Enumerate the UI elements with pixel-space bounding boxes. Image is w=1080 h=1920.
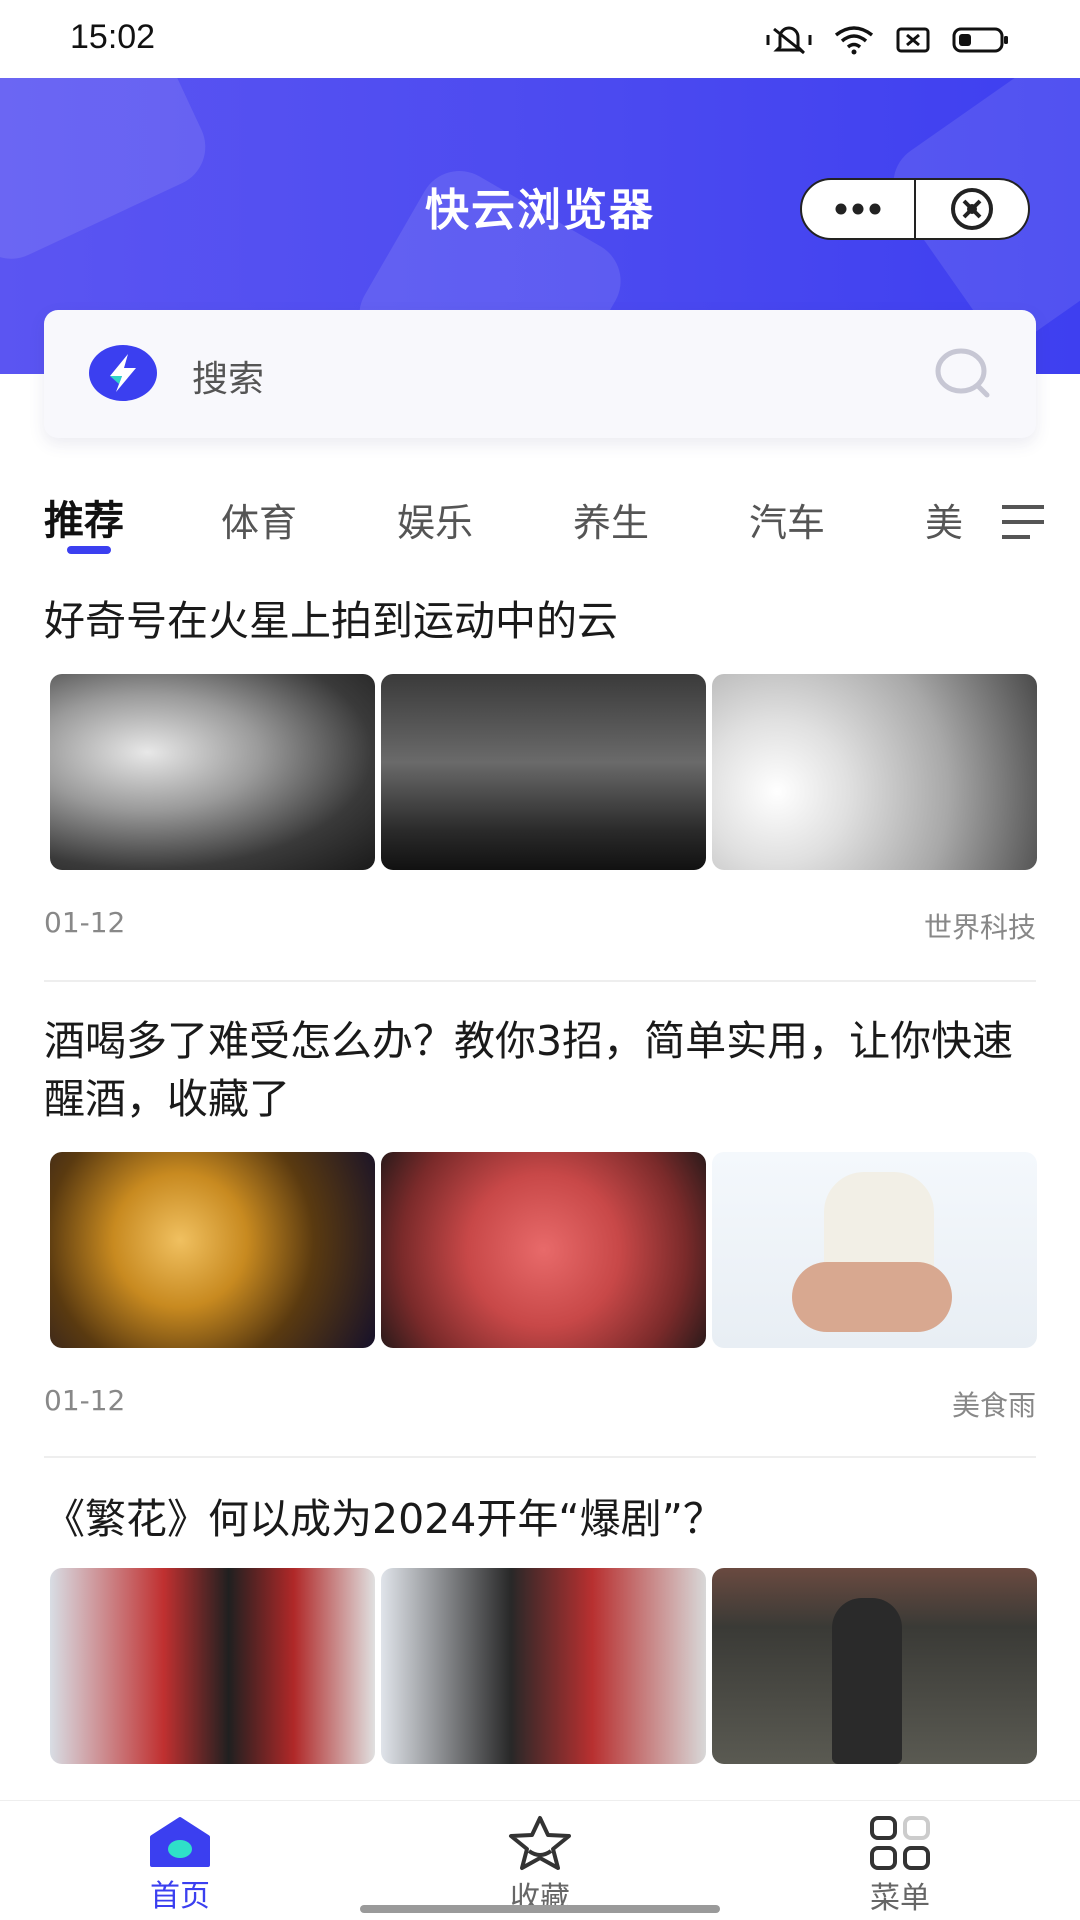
article-thumbnail: [50, 1568, 375, 1764]
status-icons: [766, 22, 1010, 58]
close-button[interactable]: [916, 180, 1028, 238]
article-thumbnail: [50, 1152, 375, 1348]
mute-icon: [766, 26, 812, 55]
ellipsis-icon: [835, 203, 881, 215]
list-menu-icon[interactable]: [1000, 502, 1046, 542]
article-thumbnail: [712, 1568, 1037, 1764]
browser-logo-icon: [89, 345, 157, 401]
search-input[interactable]: 搜索: [192, 350, 264, 402]
article-image-row: [50, 674, 1037, 870]
bottom-navigation: 首页 收藏 菜单: [0, 1800, 1080, 1920]
article-date: 01-12: [44, 1384, 126, 1417]
article-title[interactable]: 好奇号在火星上拍到运动中的云: [44, 592, 1036, 650]
wifi-icon: [834, 26, 874, 55]
tab-entertainment[interactable]: 娱乐: [397, 492, 473, 547]
article-thumbnail: [712, 1152, 1037, 1348]
article-divider: [44, 1456, 1036, 1458]
home-indicator[interactable]: [360, 1905, 720, 1913]
person-illustration: [832, 1598, 902, 1764]
category-tabs: 推荐 体育 娱乐 养生 汽车 美: [0, 480, 1080, 560]
news-article-card[interactable]: 《繁花》何以成为2024开年“爆剧”？: [44, 1490, 1037, 1764]
article-thumbnail: [381, 674, 706, 870]
article-thumbnail: [381, 1568, 706, 1764]
tab-recommend[interactable]: 推荐: [44, 488, 124, 546]
article-thumbnail: [381, 1152, 706, 1348]
hand-illustration: [792, 1262, 952, 1332]
nav-label: 首页: [150, 1879, 210, 1914]
search-icon[interactable]: [934, 346, 992, 400]
article-date: 01-12: [44, 906, 126, 939]
status-time: 15:02: [70, 18, 156, 56]
tab-active-indicator: [67, 546, 111, 554]
article-thumbnail: [50, 674, 375, 870]
more-button[interactable]: [802, 180, 914, 238]
tab-auto[interactable]: 汽车: [749, 492, 825, 547]
sim-icon: [896, 27, 930, 53]
nav-home[interactable]: 首页: [80, 1815, 280, 1915]
search-bar[interactable]: 搜索: [44, 310, 1036, 438]
article-image-row: [50, 1568, 1037, 1764]
article-source: 美食雨: [951, 1389, 1036, 1422]
article-title[interactable]: 酒喝多了难受怎么办？教你3招，简单实用，让你快速醒酒，收藏了: [44, 1012, 1036, 1128]
article-source: 世界科技: [923, 911, 1036, 944]
close-circle-icon: [951, 188, 993, 230]
grid-icon: [870, 1816, 930, 1870]
news-article-card[interactable]: 好奇号在火星上拍到运动中的云 01-12 世界科技: [44, 592, 1037, 982]
home-icon: [150, 1817, 210, 1867]
tab-beauty[interactable]: 美: [925, 492, 963, 547]
nav-favorites[interactable]: 收藏: [440, 1815, 640, 1917]
article-thumbnail: [712, 674, 1037, 870]
nav-label: 菜单: [870, 1881, 930, 1916]
nav-menu[interactable]: 菜单: [800, 1815, 1000, 1917]
battery-icon: [952, 27, 1008, 53]
news-article-card[interactable]: 酒喝多了难受怎么办？教你3招，简单实用，让你快速醒酒，收藏了 01-12 美食雨: [44, 1012, 1037, 1458]
star-icon: [509, 1816, 571, 1870]
article-title[interactable]: 《繁花》何以成为2024开年“爆剧”？: [44, 1490, 1036, 1548]
article-divider: [44, 980, 1036, 982]
tab-sports[interactable]: 体育: [221, 492, 297, 547]
tab-health[interactable]: 养生: [573, 492, 649, 547]
article-image-row: [50, 1152, 1037, 1348]
mini-program-capsule: [800, 178, 1030, 240]
status-bar: 15:02: [0, 0, 1080, 78]
